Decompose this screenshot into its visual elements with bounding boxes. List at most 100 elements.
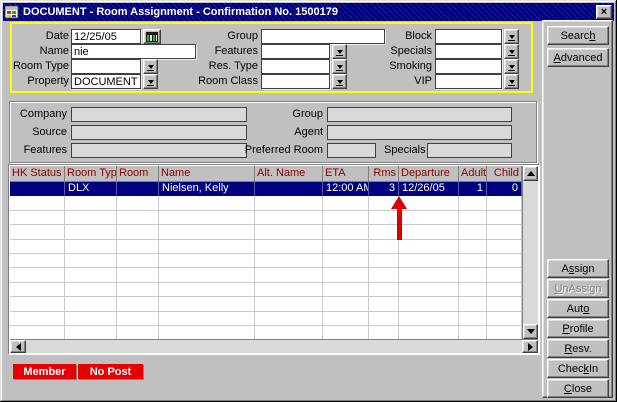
search-criteria-panel: Date Name Room Type Property Group Featu… (10, 22, 533, 93)
company-label: Company (12, 107, 67, 122)
features-lov-button[interactable] (332, 44, 347, 59)
window-close-button[interactable]: × (596, 5, 612, 19)
cell-child (487, 297, 522, 311)
cell-eta (323, 283, 369, 297)
cell-rms (369, 240, 399, 254)
room-type-input[interactable] (71, 59, 141, 74)
titlebar[interactable]: DOCUMENT - Room Assignment - Confirmatio… (3, 3, 614, 21)
left-arrow-icon (16, 343, 21, 351)
cell-alt-name (255, 326, 323, 339)
cell-alt-name (255, 196, 323, 210)
column-header-alt-name: Alt. Name (255, 166, 323, 182)
right-arrow-icon (528, 343, 533, 351)
column-header-name: Name (159, 166, 255, 182)
table-row-empty[interactable] (10, 312, 522, 326)
property-lov-button[interactable] (143, 74, 158, 89)
room-type-lov-button[interactable] (143, 59, 158, 74)
cell-departure (399, 225, 459, 239)
cell-alt-name (255, 240, 323, 254)
preferred-room-label: Preferred Room (233, 143, 323, 158)
cell-hk-status (10, 211, 65, 225)
table-row-empty[interactable] (10, 268, 522, 282)
block-input[interactable] (435, 29, 502, 44)
cell-adult (459, 297, 487, 311)
scroll-up-button[interactable] (523, 166, 538, 181)
cell-room (117, 283, 159, 297)
group-info-field (327, 107, 512, 122)
cell-child (487, 196, 522, 210)
table-row-empty[interactable] (10, 225, 522, 239)
cell-name (159, 240, 255, 254)
table-row-empty[interactable] (10, 283, 522, 297)
search-button[interactable]: Search (547, 26, 609, 45)
cell-child (487, 283, 522, 297)
close-button[interactable]: Close (547, 379, 609, 398)
cell-alt-name (255, 211, 323, 225)
scroll-down-button[interactable] (523, 324, 538, 339)
cell-hk-status (10, 182, 65, 196)
table-row-empty[interactable] (10, 297, 522, 311)
cell-eta (323, 225, 369, 239)
cell-room-type (65, 225, 117, 239)
date-input[interactable] (71, 29, 141, 44)
vip-input[interactable] (435, 74, 502, 89)
property-input[interactable] (71, 74, 141, 89)
table-row-empty[interactable] (10, 240, 522, 254)
cell-room-type: DLX (65, 182, 117, 196)
block-lov-button[interactable] (504, 29, 519, 44)
room-class-lov-button[interactable] (332, 74, 347, 89)
room-type-label: Room Type (4, 59, 69, 74)
specials-lov-button[interactable] (504, 44, 519, 59)
close-icon: × (601, 7, 607, 18)
resv-button[interactable]: Resv. (547, 339, 609, 358)
table-row-empty[interactable] (10, 196, 522, 210)
cell-hk-status (10, 254, 65, 268)
cell-room (117, 225, 159, 239)
horizontal-scrollbar[interactable] (10, 339, 538, 353)
smoking-input[interactable] (435, 59, 502, 74)
cell-eta (323, 196, 369, 210)
smoking-label: Smoking (364, 59, 432, 74)
cell-departure (399, 326, 459, 339)
smoking-lov-button[interactable] (504, 59, 519, 74)
arrow-shaft (397, 209, 402, 240)
window-title: DOCUMENT - Room Assignment - Confirmatio… (23, 6, 596, 18)
assign-button[interactable]: Assign (547, 259, 609, 278)
company-field (71, 107, 247, 122)
scroll-right-button[interactable] (522, 340, 538, 353)
dropdown-icon (336, 62, 343, 71)
table-row-empty[interactable] (10, 254, 522, 268)
res-type-input[interactable] (261, 59, 330, 74)
up-arrow-icon (527, 171, 535, 176)
cell-adult (459, 240, 487, 254)
auto-button[interactable]: Auto (547, 299, 609, 318)
room-class-input[interactable] (261, 74, 330, 89)
cell-rms (369, 297, 399, 311)
scroll-left-button[interactable] (10, 340, 26, 353)
vip-lov-button[interactable] (504, 74, 519, 89)
name-input[interactable] (71, 44, 196, 59)
cell-name (159, 225, 255, 239)
cell-rms (369, 283, 399, 297)
calendar-button[interactable] (143, 29, 161, 44)
cell-adult (459, 211, 487, 225)
table-row-empty[interactable] (10, 211, 522, 225)
check-in-button[interactable]: Check In (547, 359, 609, 378)
dropdown-icon (508, 32, 515, 41)
cell-departure (399, 312, 459, 326)
vertical-scrollbar[interactable] (522, 166, 538, 339)
cell-adult (459, 326, 487, 339)
cell-adult: 1 (459, 182, 487, 196)
side-button-panel: Search Advanced Assign UnAssign Auto Pro… (542, 20, 613, 398)
specials-input[interactable] (435, 44, 502, 59)
preferred-room-field (327, 143, 376, 158)
table-row-empty[interactable] (10, 326, 522, 339)
cell-room-type (65, 211, 117, 225)
res-type-lov-button[interactable] (332, 59, 347, 74)
cell-room (117, 211, 159, 225)
vip-label: VIP (364, 74, 432, 89)
advanced-button[interactable]: Advanced (547, 48, 609, 67)
features-input[interactable] (261, 44, 330, 59)
profile-button[interactable]: Profile (547, 319, 609, 338)
table-row[interactable]: DLXNielsen, Kelly12:00 AM312/26/0510 (10, 182, 522, 196)
